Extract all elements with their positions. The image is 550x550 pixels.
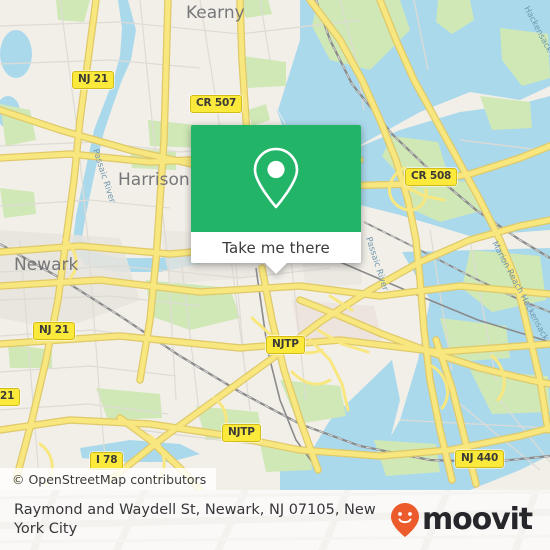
address-label: Raymond and Waydell St, Newark, NJ 07105…: [14, 502, 376, 537]
moovit-smiley-pin-icon: [390, 503, 419, 537]
shield-label: CR 507: [190, 94, 243, 113]
shield-nj440: NJ 440: [455, 448, 505, 468]
svg-text:Newark: Newark: [14, 255, 78, 275]
shield-i78: I 78: [90, 450, 124, 470]
shield-label: CR 508: [405, 167, 458, 186]
shield-nj21-north: NJ 21: [72, 69, 114, 89]
map-pin-icon: [253, 147, 299, 208]
shield-label: 21: [0, 387, 21, 406]
osm-attribution-text: © OpenStreetMap contributors: [12, 471, 207, 487]
svg-text:Kearny: Kearny: [186, 3, 245, 23]
shield-njtp-lower: NJTP: [222, 422, 261, 442]
shield-label: NJ 21: [72, 70, 114, 89]
bottom-info-bar: Raymond and Waydell St, Newark, NJ 07105…: [0, 490, 550, 550]
moovit-map-screen: Passaic River Hackensack River Passaic R…: [0, 0, 550, 550]
take-me-there-button[interactable]: Take me there: [222, 239, 330, 257]
popup-footer[interactable]: Take me there: [191, 232, 361, 263]
popup-tail-pointer: [265, 263, 287, 274]
shield-nj21-south: NJ 21: [33, 320, 75, 340]
svg-text:Harrison: Harrison: [118, 170, 190, 190]
map-canvas[interactable]: Passaic River Hackensack River Passaic R…: [0, 0, 550, 490]
shield-21-edge: 21: [0, 386, 21, 406]
shield-njtp-upper: NJTP: [266, 334, 305, 354]
location-popup[interactable]: Take me there: [191, 125, 361, 274]
shield-label: NJ 21: [33, 321, 75, 340]
shield-label: NJTP: [222, 423, 261, 442]
osm-attribution[interactable]: © OpenStreetMap contributors: [0, 468, 217, 490]
moovit-wordmark: moovit: [421, 502, 533, 537]
shield-label: NJ 440: [455, 449, 505, 468]
shield-label: NJTP: [266, 335, 305, 354]
moovit-logo[interactable]: moovit: [390, 502, 536, 538]
popup-header: [191, 125, 361, 232]
shield-cr507: CR 507: [190, 93, 243, 113]
shield-cr508: CR 508: [405, 166, 458, 186]
